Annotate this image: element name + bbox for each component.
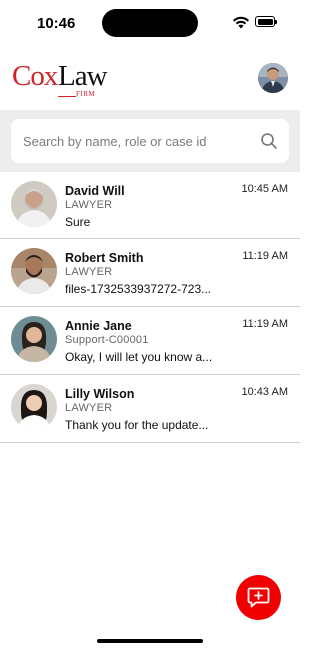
home-indicator [97,639,203,643]
coxlaw-logo: Cox Law FIRM [12,60,108,98]
wifi-icon [232,16,250,29]
contact-role: LAWYER [65,402,113,414]
avatar [11,248,57,294]
contact-name: Lilly Wilson [65,387,135,401]
search-box[interactable] [11,119,289,163]
contact-name: Annie Jane [65,319,132,333]
last-message: Sure [65,215,91,229]
last-message: Okay, I will let you know a... [65,350,213,364]
app-header: Cox Law FIRM [0,52,300,108]
search-bar-container [0,110,300,172]
battery-icon [255,16,277,27]
message-time: 11:19 AM [242,318,288,330]
status-bar: 10:46 [0,0,300,44]
contact-role: LAWYER [65,266,113,278]
new-chat-button[interactable] [236,575,281,620]
conversation-list: David Will LAWYER Sure 10:45 AM Robert S… [0,172,300,443]
contact-name: David Will [65,184,125,198]
message-time: 10:43 AM [241,386,288,398]
avatar [11,181,57,227]
search-icon[interactable] [260,132,278,150]
conversation-row[interactable]: David Will LAWYER Sure 10:45 AM [0,172,300,239]
new-message-icon [247,587,270,608]
message-time: 11:19 AM [242,250,288,262]
profile-avatar[interactable] [258,63,288,93]
avatar [11,384,57,430]
conversation-row[interactable]: Annie Jane Support-C00001 Okay, I will l… [0,307,300,375]
message-time: 10:45 AM [241,183,288,195]
last-message: Thank you for the update... [65,418,209,432]
search-input[interactable] [21,132,250,150]
conversation-row[interactable]: Lilly Wilson LAWYER Thank you for the up… [0,375,300,443]
last-message: files-1732533937272-723... [65,282,212,296]
contact-role: Support-C00001 [65,334,149,346]
contact-name: Robert Smith [65,251,144,265]
contact-role: LAWYER [65,199,113,211]
conversation-row[interactable]: Robert Smith LAWYER files-1732533937272-… [0,239,300,307]
avatar [11,316,57,362]
dynamic-island [102,9,198,37]
status-time: 10:46 [37,15,76,32]
